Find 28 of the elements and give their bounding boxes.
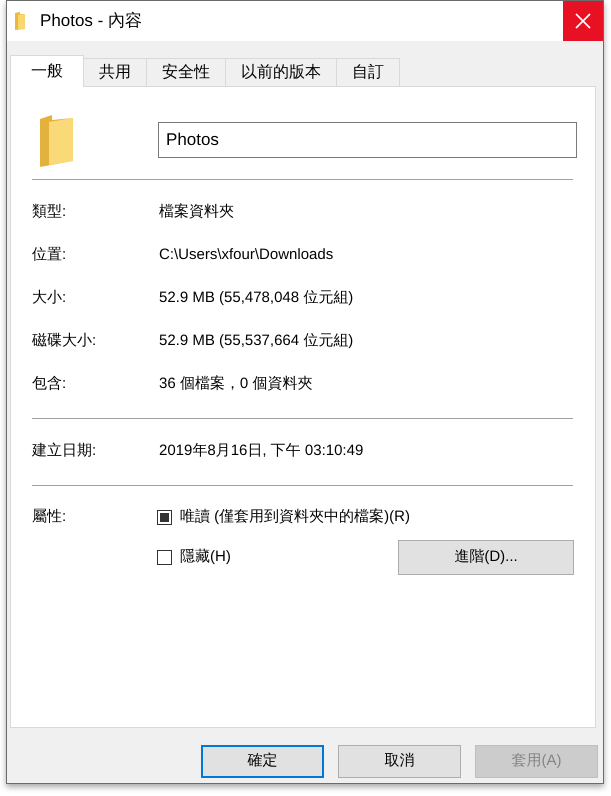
name-field[interactable]: Photos (158, 122, 577, 158)
checkbox[interactable] (157, 510, 172, 524)
checkbox[interactable] (157, 550, 172, 564)
property-label: 磁碟大小: (32, 331, 98, 352)
property-value: 52.9 MB (55,478,048 位元組) (159, 288, 354, 308)
property-value: C:\Users\xfour\Downloads (159, 245, 334, 266)
property-value: 檔案資料夾 (159, 202, 234, 222)
property-label: 位置: (32, 245, 68, 266)
folder-icon (15, 12, 25, 30)
property-label: 建立日期: (32, 441, 98, 462)
close-button[interactable] (563, 1, 603, 41)
dialog-button[interactable]: 確定 (201, 745, 324, 778)
tab[interactable]: 一般 (10, 55, 84, 87)
folder-icon (40, 115, 73, 167)
attributes-label: 屬性: (32, 506, 68, 527)
advanced-button[interactable]: 進階(D)... (398, 540, 574, 574)
property-label: 大小: (32, 288, 68, 308)
close-icon (575, 13, 591, 29)
property-value: 52.9 MB (55,537,664 位元組) (159, 331, 354, 352)
property-label: 包含: (32, 374, 68, 394)
checkbox-label[interactable]: 唯讀 (僅套用到資料夾中的檔案)(R) (180, 506, 410, 528)
window-title: Photos - 內容 (40, 10, 142, 32)
property-label: 類型: (32, 202, 68, 222)
property-value: 2019年8月16日, 下午 03:10:49 (159, 441, 364, 462)
checkbox-label[interactable]: 隱藏(H) (180, 546, 231, 568)
tab[interactable]: 自訂 (336, 58, 400, 86)
dialog-button[interactable]: 取消 (338, 745, 461, 778)
property-value: 36 個檔案，0 個資料夾 (159, 374, 312, 394)
